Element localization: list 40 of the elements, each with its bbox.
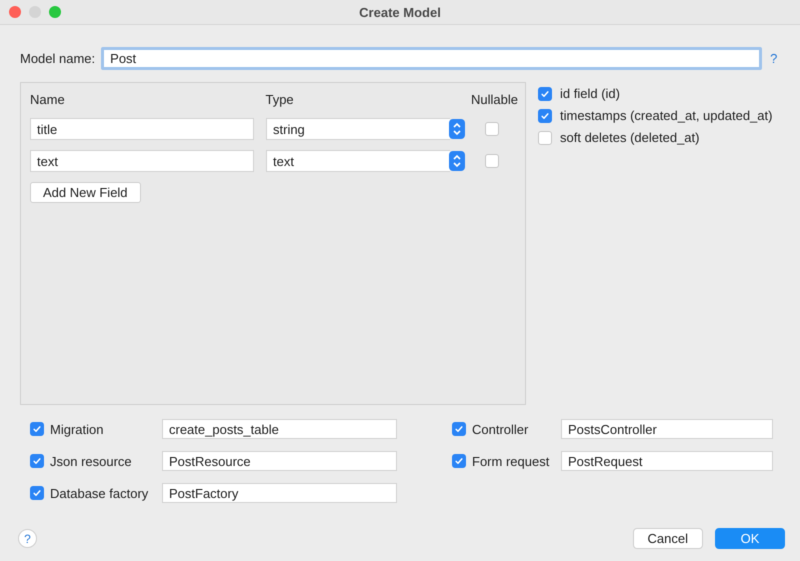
nullable-checkbox[interactable]	[485, 154, 499, 168]
generator-label: Json resource	[50, 454, 133, 468]
generator-label: Form request	[472, 454, 550, 468]
generator-name-input[interactable]: create_posts_table	[162, 419, 397, 439]
stepper-icon[interactable]	[449, 151, 465, 171]
generator-name-input[interactable]: PostFactory	[162, 483, 397, 503]
cancel-button[interactable]: Cancel	[632, 528, 703, 549]
generator-name-input[interactable]: PostsController	[561, 419, 773, 439]
generator-name-input[interactable]: PostResource	[162, 451, 397, 471]
field-name-input[interactable]: text	[30, 150, 254, 172]
help-button[interactable]: ?	[18, 529, 37, 548]
option-label: timestamps (created_at, updated_at)	[560, 108, 772, 123]
help-link[interactable]: ?	[770, 50, 778, 66]
checkbox[interactable]	[538, 130, 552, 144]
checkbox[interactable]	[452, 422, 466, 436]
add-field-button[interactable]: Add New Field	[30, 182, 141, 203]
option-label: soft deletes (deleted_at)	[560, 130, 700, 145]
type-select[interactable]: text	[266, 150, 450, 172]
checkbox[interactable]	[30, 454, 44, 468]
column-header: Name	[30, 92, 65, 106]
window-title: Create Model	[359, 4, 441, 20]
generator-label: Controller	[472, 422, 530, 436]
stepper-icon[interactable]	[449, 119, 465, 139]
close-button[interactable]	[9, 6, 21, 18]
checkbox[interactable]	[538, 86, 552, 100]
column-header: Type	[265, 92, 294, 106]
checkbox[interactable]	[30, 422, 44, 436]
checkbox[interactable]	[452, 454, 466, 468]
checkbox[interactable]	[30, 486, 44, 500]
model-name-label: Model name:	[20, 50, 96, 66]
generator-label: Database factory	[50, 486, 150, 500]
option-label: id field (id)	[560, 86, 620, 101]
type-select[interactable]: string	[266, 118, 450, 140]
generator-name-input[interactable]: PostRequest	[561, 451, 773, 471]
checkbox[interactable]	[538, 108, 552, 122]
model-name-input[interactable]: Post	[101, 46, 762, 70]
nullable-checkbox[interactable]	[485, 122, 499, 136]
column-header: Nullable	[471, 92, 518, 106]
generator-label: Migration	[50, 422, 104, 436]
field-name-input[interactable]: title	[30, 118, 254, 140]
